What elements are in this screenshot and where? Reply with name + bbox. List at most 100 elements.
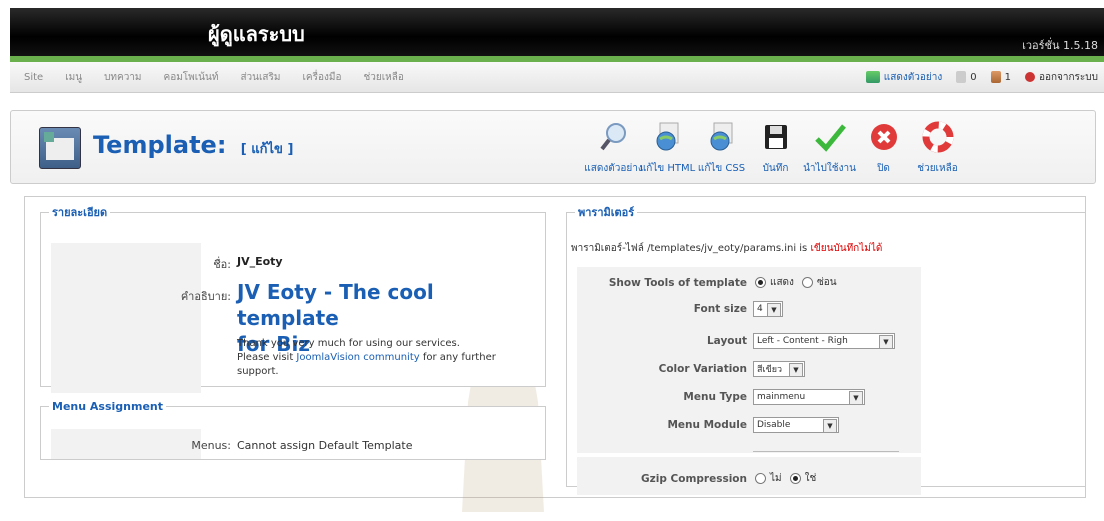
chevron-down-icon: ▼ <box>879 335 893 349</box>
action-toolbar: แสดงตัวอย่าง แก้ไข HTML แก้ไข CSS บันทึก… <box>584 113 965 181</box>
close-icon <box>868 121 900 153</box>
show-tools-radio-hide[interactable] <box>801 277 813 288</box>
preview-site-icon <box>865 71 880 83</box>
html-globe-icon <box>652 121 684 153</box>
gzip-radio-yes[interactable] <box>789 473 801 484</box>
show-tools-opt-show: แสดง <box>770 277 794 288</box>
lifebuoy-icon <box>922 121 954 153</box>
menu-components[interactable]: คอมโพเน้นท์ <box>164 70 219 85</box>
description-title-line1: JV Eoty - The cool template <box>237 280 434 330</box>
admin-header: ผู้ดูแลระบบ เวอร์ชั่น 1.5.18 <box>10 8 1104 56</box>
chevron-down-icon: ▼ <box>849 391 863 405</box>
preview-button[interactable]: แสดงตัวอย่าง <box>584 113 643 181</box>
message-icon <box>956 71 967 83</box>
show-tools-label: Show Tools of template <box>608 276 747 289</box>
preview-button-label: แสดงตัวอย่าง <box>584 163 643 174</box>
unwritable-warning: เขียนบันทึกไม่ได้ <box>810 243 883 254</box>
gzip-label: Gzip Compression <box>641 472 747 485</box>
gzip-radio-no[interactable] <box>755 473 766 484</box>
chevron-down-icon: ▼ <box>767 303 781 317</box>
layout-value: Left - Content - Righ <box>757 336 848 346</box>
template-manager-icon <box>39 127 81 169</box>
description-visit-line: Please visit JoomlaVision community for … <box>237 352 496 363</box>
menus-label: Menus: <box>191 439 231 452</box>
help-label: ช่วยเหลือ <box>917 163 958 174</box>
logout-link[interactable]: ออกจากระบบ <box>1024 70 1098 85</box>
font-size-label: Font size <box>693 303 747 315</box>
floppy-disk-icon <box>760 121 792 153</box>
page-subtitle: [ แก้ไข ] <box>240 142 294 157</box>
menu-content[interactable]: บทความ <box>104 70 141 85</box>
css-globe-icon <box>706 121 738 153</box>
name-value: JV_Eoty <box>237 255 283 268</box>
edit-html-button[interactable]: แก้ไข HTML <box>639 113 696 181</box>
menu-module-label: Menu Module <box>667 419 747 431</box>
color-variation-value: สีเขียว <box>757 365 783 375</box>
users-icon <box>990 71 1001 83</box>
gzip-opt-yes: ใช่ <box>804 473 817 484</box>
version-label: เวอร์ชั่น 1.5.18 <box>1022 39 1098 52</box>
menu-extensions[interactable]: ส่วนเสริม <box>240 70 280 85</box>
logout-icon <box>1024 72 1035 82</box>
menu-module-select[interactable]: Disable ▼ <box>753 417 839 433</box>
page-title-text: Template: <box>93 131 227 159</box>
chevron-down-icon: ▼ <box>789 363 803 377</box>
help-button[interactable]: ช่วยเหลือ <box>911 113 964 181</box>
gzip-opt-no: ไม่ <box>770 473 782 484</box>
description-label: คำอธิบาย: <box>180 290 231 303</box>
logout-label: ออกจากระบบ <box>1038 71 1098 83</box>
color-variation-label: Color Variation <box>658 363 747 375</box>
apply-button[interactable]: นำไปใช้งาน <box>803 113 856 181</box>
status-area: แสดงตัวอย่าง 0 1 ออกจากระบบ <box>865 62 1098 92</box>
description-thanks: Thank you very much for using our servic… <box>237 338 460 349</box>
parameters-fieldset: พารามิเตอร์ พารามิเตอร์-ไฟล์ /templates/… <box>566 203 1086 495</box>
chevron-down-icon: ▼ <box>823 419 837 433</box>
admin-title: ผู้ดูแลระบบ <box>208 22 305 46</box>
menu-assignment-legend: Menu Assignment <box>52 400 163 413</box>
save-label: บันทึก <box>762 163 789 174</box>
magnifier-icon <box>598 121 630 153</box>
menu-help[interactable]: ช่วยเหลือ <box>363 70 403 85</box>
edit-css-label: แก้ไข CSS <box>697 163 746 174</box>
layout-label: Layout <box>706 335 747 347</box>
font-size-select[interactable]: 4 ▼ <box>753 301 783 317</box>
details-fieldset: รายละเอียด ชื่อ: JV_Eoty คำอธิบาย: JV Eo… <box>40 203 546 393</box>
preview-link-label: แสดงตัวอย่าง <box>883 71 943 83</box>
parameters-legend: พารามิเตอร์ <box>578 206 635 219</box>
menu-assignment-fieldset: Menu Assignment Menus: Cannot assign Def… <box>40 400 546 460</box>
params-file-note: พารามิเตอร์-ไฟล์ /templates/jv_eoty/para… <box>571 243 883 254</box>
menu-type-label: Menu Type <box>683 391 747 403</box>
main-menubar: Site เมนู บทความ คอมโพเน้นท์ ส่วนเสริม เ… <box>10 62 1104 93</box>
description-support: support. <box>237 366 279 377</box>
save-button[interactable]: บันทึก <box>749 113 802 181</box>
close-label: ปิด <box>877 163 890 174</box>
users-count-value: 1 <box>1004 71 1011 83</box>
menu-type-select[interactable]: mainmenu ▼ <box>753 389 865 405</box>
show-tools-radio-show[interactable] <box>755 277 766 288</box>
edit-html-label: แก้ไข HTML <box>639 163 696 174</box>
font-size-value: 4 <box>757 304 763 314</box>
menu-menus[interactable]: เมนู <box>65 70 82 85</box>
apply-label: นำไปใช้งาน <box>803 163 856 174</box>
menu-module-value: Disable <box>757 420 791 430</box>
messages-count-value: 0 <box>970 71 977 83</box>
toolbar-box: Template: [ แก้ไข ] แสดงตัวอย่าง แก้ไข H… <box>10 110 1096 184</box>
messages-count[interactable]: 0 <box>956 71 977 83</box>
layout-select[interactable]: Left - Content - Righ ▼ <box>753 333 895 349</box>
details-legend: รายละเอียด <box>52 206 108 219</box>
users-count[interactable]: 1 <box>990 71 1011 83</box>
close-button[interactable]: ปิด <box>857 113 910 181</box>
joomlavision-link[interactable]: JoomlaVision community <box>296 352 419 363</box>
edit-css-button[interactable]: แก้ไข CSS <box>695 113 748 181</box>
preview-link[interactable]: แสดงตัวอย่าง <box>865 70 943 85</box>
menu-tools[interactable]: เครื่องมือ <box>303 70 342 85</box>
show-tools-opt-hide: ซ่อน <box>816 277 837 288</box>
page-title: Template: [ แก้ไข ] <box>93 131 293 159</box>
color-variation-select[interactable]: สีเขียว ▼ <box>753 361 805 377</box>
name-label: ชื่อ: <box>213 258 231 271</box>
menu-type-value: mainmenu <box>757 392 806 402</box>
menus-value: Cannot assign Default Template <box>237 439 413 452</box>
checkmark-icon <box>814 121 846 153</box>
menu-site[interactable]: Site <box>24 72 43 83</box>
main-menu: Site เมนู บทความ คอมโพเน้นท์ ส่วนเสริม เ… <box>10 62 412 92</box>
